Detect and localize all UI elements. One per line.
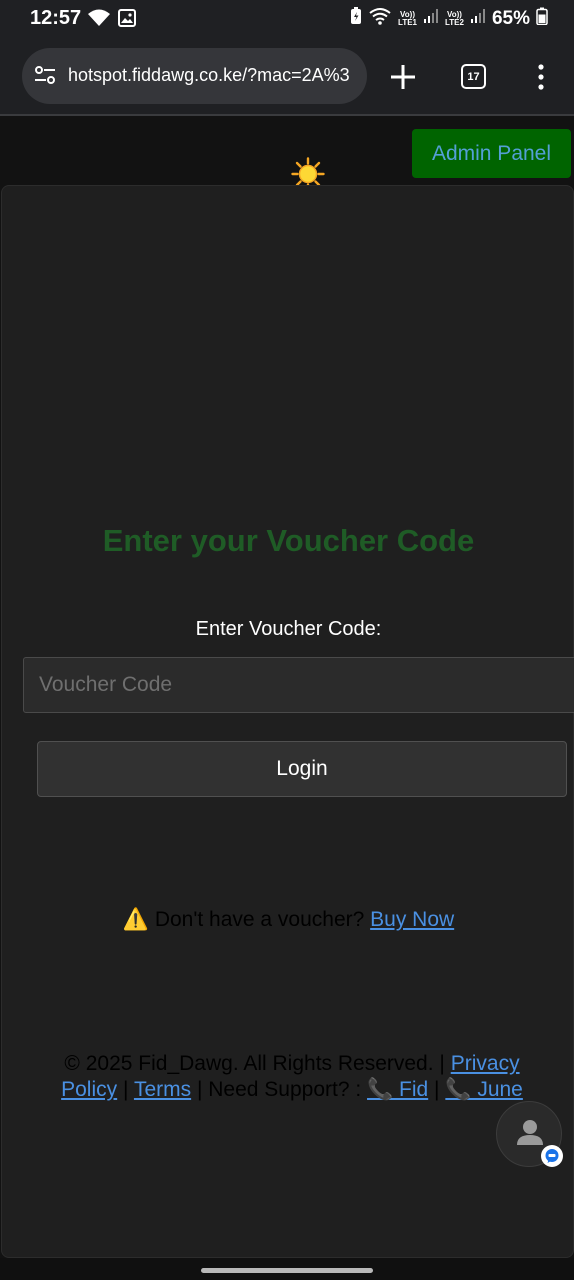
battery-saver-icon: [350, 7, 362, 30]
footer: © 2025 Fid_Dawg. All Rights Reserved. | …: [42, 1051, 542, 1103]
chat-bubble-icon: [541, 1145, 563, 1167]
status-time: 12:57: [30, 7, 82, 29]
buy-now-link[interactable]: Buy Now: [370, 908, 454, 931]
image-icon: [118, 9, 136, 32]
support-text: | Need Support? :: [196, 1078, 362, 1101]
login-button[interactable]: Login: [37, 741, 567, 797]
wifi-hotspot-icon: [88, 9, 110, 32]
support-june-link[interactable]: 📞 June: [445, 1078, 523, 1101]
signal-2-icon: [470, 8, 486, 29]
signal-1-icon: [423, 8, 439, 29]
url-text[interactable]: hotspot.fiddawg.co.ke/?mac=2A%3: [68, 65, 360, 86]
status-bar: 12:57 Vo)) LTE1 Vo)) LTE2 65%: [0, 0, 574, 36]
support-fid-link[interactable]: 📞 Fid: [367, 1078, 428, 1101]
copyright-text: © 2025 Fid_Dawg. All Rights Reserved. |: [64, 1052, 445, 1075]
admin-panel-button[interactable]: Admin Panel: [412, 129, 571, 178]
lte2-indicator: Vo)) LTE2: [445, 9, 464, 27]
address-bar[interactable]: hotspot.fiddawg.co.ke/?mac=2A%3: [22, 48, 367, 104]
battery-icon: [536, 7, 548, 30]
terms-link[interactable]: Terms: [134, 1078, 191, 1101]
buy-voucher-row: ⚠️ Don't have a voucher? Buy Now: [2, 908, 574, 932]
site-settings-icon[interactable]: [34, 65, 56, 90]
footer-separator: |: [123, 1078, 129, 1101]
battery-percent: 65%: [491, 7, 530, 29]
voucher-code-input[interactable]: [23, 657, 574, 713]
page-title: Enter your Voucher Code: [102, 523, 475, 558]
web-page: Admin Panel Enter your Voucher Code Ente…: [0, 118, 574, 1258]
browser-toolbar: hotspot.fiddawg.co.ke/?mac=2A%3 17: [0, 36, 574, 116]
footer-separator: |: [434, 1078, 440, 1101]
gesture-nav-bar: [0, 1258, 574, 1280]
status-right-icons: Vo)) LTE1 Vo)) LTE2 65%: [350, 7, 548, 30]
buy-prompt-text: Don't have a voucher?: [154, 908, 365, 931]
more-menu-icon[interactable]: [536, 64, 546, 95]
warning-icon: ⚠️: [122, 908, 149, 931]
tab-switcher-button[interactable]: 17: [461, 64, 486, 89]
status-left-icons: [88, 9, 136, 32]
lte1-indicator: Vo)) LTE1: [398, 9, 417, 27]
new-tab-icon[interactable]: [388, 62, 418, 97]
wifi-icon: [368, 7, 392, 30]
login-card: Enter your Voucher Code Enter Voucher Co…: [1, 185, 574, 1258]
voucher-label: Enter Voucher Code:: [195, 618, 382, 640]
home-handle[interactable]: [201, 1268, 373, 1273]
